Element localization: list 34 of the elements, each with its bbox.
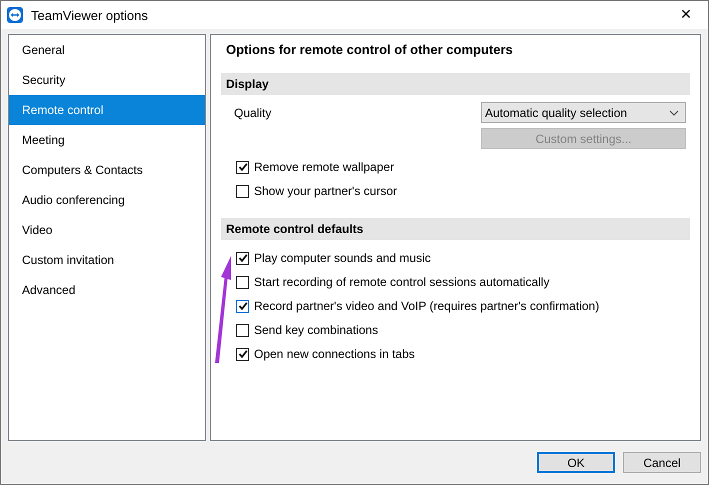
checkbox-label: Show your partner's cursor (254, 184, 398, 198)
checkbox-label: Open new connections in tabs (254, 347, 415, 361)
window-title: TeamViewer options (31, 8, 149, 22)
checkbox[interactable] (236, 324, 249, 336)
checkbox-label: Remove remote wallpaper (254, 160, 394, 174)
checkbox-label: Start recording of remote control sessions automatically (254, 275, 550, 289)
sidebar-item[interactable]: Audio conferencing (9, 185, 205, 215)
checkbox-label: Send key combinations (254, 323, 378, 337)
chevron-down-icon (669, 110, 679, 116)
section-header: Display (221, 73, 690, 95)
checkbox-label: Record partner's video and VoIP (requires partner's confirmation) (254, 299, 600, 313)
checkbox[interactable] (236, 276, 249, 288)
sidebar-item[interactable]: Remote control (9, 95, 205, 125)
checkbox[interactable] (236, 252, 249, 264)
quality-dropdown[interactable]: Automatic quality selection (481, 102, 686, 123)
section-header: Remote control defaults (221, 218, 690, 240)
checkbox[interactable] (236, 300, 249, 312)
checkbox[interactable] (236, 184, 249, 198)
sidebar-item[interactable]: Video (9, 215, 205, 245)
dialog-button[interactable]: OK (537, 452, 615, 473)
dialog-button[interactable]: Cancel (623, 452, 701, 473)
quality-label: Quality (234, 105, 272, 122)
close-button[interactable]: ✕ (664, 1, 708, 29)
sidebar-item[interactable]: General (9, 35, 205, 65)
sidebar-item[interactable]: Custom invitation (9, 245, 205, 275)
sidebar-item[interactable]: Meeting (9, 125, 205, 155)
sidebar-item[interactable]: Advanced (9, 275, 205, 305)
checkbox[interactable] (236, 160, 249, 174)
checkbox[interactable] (236, 348, 249, 360)
sidebar-item[interactable]: Computers & Contacts (9, 155, 205, 185)
app-logo-icon (7, 7, 23, 23)
sidebar-item[interactable]: Security (9, 65, 205, 95)
panel-title: Options for remote control of other computers (225, 41, 514, 59)
checkbox-label: Play computer sounds and music (254, 251, 431, 265)
